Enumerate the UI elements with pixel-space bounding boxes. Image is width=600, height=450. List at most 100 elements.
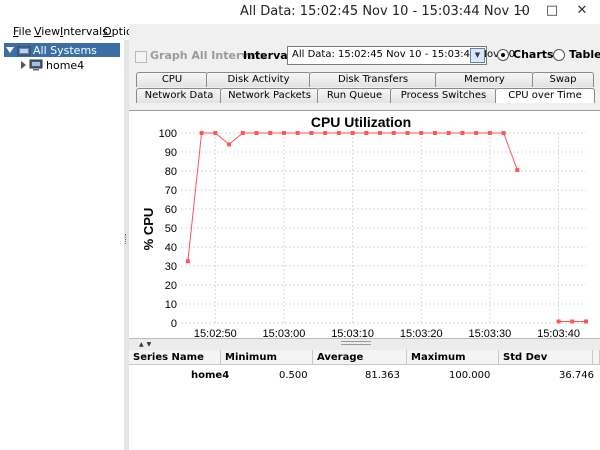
tab-run-queue[interactable]: Run Queue xyxy=(317,88,392,103)
data-point xyxy=(515,168,520,173)
col-maximum[interactable]: Maximum xyxy=(407,350,499,365)
data-point xyxy=(281,131,286,135)
graph-all-checkbox[interactable] xyxy=(135,51,147,63)
data-point xyxy=(501,131,506,135)
tree-root-label: All Systems xyxy=(33,44,97,57)
data-point xyxy=(240,131,245,135)
menu-file[interactable]: File xyxy=(13,25,31,38)
minimize-button[interactable]: – xyxy=(508,2,536,20)
data-point xyxy=(213,131,218,135)
menu-view-label: iew xyxy=(41,25,61,38)
data-point xyxy=(295,131,300,135)
data-point xyxy=(336,131,341,135)
menu-bar: File View Intervals Options xyxy=(0,24,145,40)
menu-view[interactable]: View xyxy=(34,25,60,38)
data-point xyxy=(446,131,451,135)
chart-panel: CPU Utilization % CPU 0 10 20 30 40 50 60 70 80 9… xyxy=(129,110,600,339)
chart-title: CPU Utilization xyxy=(311,114,411,130)
data-point xyxy=(350,131,355,135)
tab-swap[interactable]: Swap xyxy=(532,72,594,87)
y-tick-label: 60 xyxy=(165,204,177,216)
data-point xyxy=(474,131,479,135)
data-point xyxy=(405,131,410,135)
data-point xyxy=(460,131,465,135)
tab-disk-activity[interactable]: Disk Activity xyxy=(206,72,311,87)
charts-radio-label: Charts xyxy=(513,48,554,61)
cell-minimum: 0.500 xyxy=(279,370,308,381)
chart-y-axis-label: % CPU xyxy=(141,208,156,251)
data-point xyxy=(185,259,190,264)
data-point xyxy=(323,131,328,135)
data-point xyxy=(254,131,259,135)
stats-table: Series Name Minimum Average Maximum Std … xyxy=(129,350,600,450)
chart-series xyxy=(185,131,588,324)
tab-row-2: Network Data Network Packets Run Queue P… xyxy=(136,88,595,103)
data-point xyxy=(199,131,204,135)
y-tick-label: 30 xyxy=(165,261,177,273)
data-point xyxy=(487,131,492,135)
cell-average: 81.363 xyxy=(365,370,400,381)
window-title: All Data: 15:02:45 Nov 10 - 15:03:44 Nov… xyxy=(240,4,530,19)
y-tick-label: 80 xyxy=(165,166,177,178)
data-point xyxy=(364,131,369,135)
expand-down-icon[interactable] xyxy=(6,46,14,54)
table-radio-label: Table xyxy=(569,48,600,61)
main-panel: Graph All Intervals Interval: All Data: … xyxy=(129,24,600,450)
system-tree: All Systems home4 xyxy=(0,40,125,450)
tab-memory[interactable]: Memory xyxy=(435,72,534,87)
table-radio[interactable] xyxy=(553,49,565,61)
menu-intervals[interactable]: Intervals xyxy=(60,25,108,38)
tab-network-packets[interactable]: Network Packets xyxy=(220,88,319,103)
tree-item-all-systems[interactable]: All Systems xyxy=(4,43,120,57)
menu-intervals-label: ntervals xyxy=(63,25,108,38)
collapse-arrows-icon[interactable]: ▲▼ xyxy=(139,341,154,348)
data-point xyxy=(432,131,437,135)
interval-select[interactable]: All Data: 15:02:45 Nov 10 - 15:03:44 Nov… xyxy=(287,46,515,65)
col-filler xyxy=(593,350,600,365)
tab-network-data[interactable]: Network Data xyxy=(136,88,222,103)
tree-child-label: home4 xyxy=(46,59,85,72)
expand-right-icon[interactable] xyxy=(20,61,26,69)
col-average[interactable]: Average xyxy=(313,350,407,365)
data-point xyxy=(227,142,232,147)
tab-cpu-over-time[interactable]: CPU over Time xyxy=(495,88,595,103)
cpu-chart: CPU Utilization % CPU 0 10 20 30 40 50 60 70 80 9… xyxy=(141,114,588,339)
data-point xyxy=(584,319,588,324)
y-tick-label: 10 xyxy=(165,299,177,311)
title-bar: All Data: 15:02:45 Nov 10 - 15:03:44 Nov… xyxy=(0,0,600,24)
maximize-button[interactable]: □ xyxy=(538,2,566,20)
data-point xyxy=(419,131,424,135)
col-series-name[interactable]: Series Name xyxy=(129,350,221,365)
y-tick-label: 100 xyxy=(159,128,177,140)
y-tick-label: 20 xyxy=(165,280,177,292)
splitter-grip xyxy=(125,234,128,244)
tree-item-home4[interactable]: home4 xyxy=(20,58,110,72)
data-point xyxy=(556,319,561,324)
y-tick-label: 40 xyxy=(165,242,177,254)
chart-y-ticks: 0 10 20 30 40 50 60 70 80 90 100 xyxy=(159,128,177,330)
data-point xyxy=(378,131,383,135)
menu-file-label: ile xyxy=(18,25,32,38)
divider-grip xyxy=(341,341,371,345)
tab-cpu[interactable]: CPU xyxy=(136,72,208,87)
data-point xyxy=(391,131,396,135)
tab-process-switches[interactable]: Process Switches xyxy=(390,88,497,103)
menu-options-mnemonic: O xyxy=(103,25,112,38)
tab-disk-transfers[interactable]: Disk Transfers xyxy=(309,72,437,87)
close-button[interactable]: ✕ xyxy=(568,2,596,20)
col-minimum[interactable]: Minimum xyxy=(221,350,313,365)
folder-icon xyxy=(17,46,31,56)
tab-row-1: CPU Disk Activity Disk Transfers Memory … xyxy=(136,72,594,87)
cell-std-dev: 36.746 xyxy=(559,370,594,381)
col-std-dev[interactable]: Std Dev xyxy=(499,350,593,365)
chevron-down-icon[interactable]: ▼ xyxy=(470,48,485,63)
cell-series-name: home4 xyxy=(191,370,230,381)
data-point xyxy=(570,319,575,324)
cell-maximum: 100.000 xyxy=(449,370,491,381)
data-point xyxy=(309,131,314,135)
y-tick-label: 50 xyxy=(165,223,177,235)
computer-icon xyxy=(29,59,43,71)
data-point xyxy=(268,131,273,135)
y-tick-label: 70 xyxy=(165,185,177,197)
charts-radio[interactable] xyxy=(497,49,509,61)
